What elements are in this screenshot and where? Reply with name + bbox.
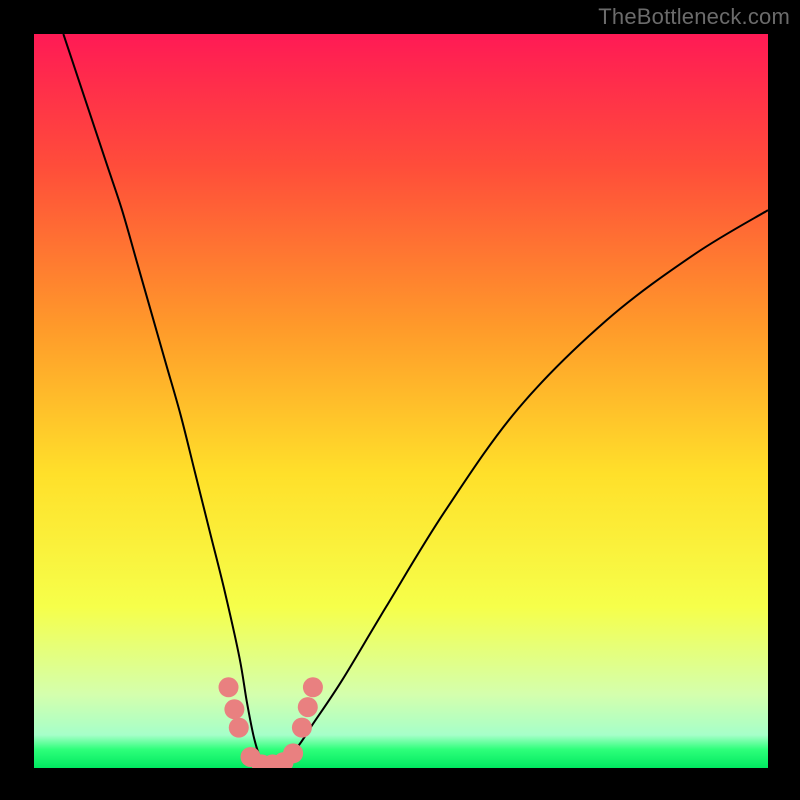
curve-marker	[303, 677, 323, 697]
curve-marker	[292, 718, 312, 738]
bottleneck-chart	[0, 0, 800, 800]
watermark-text: TheBottleneck.com	[598, 4, 790, 30]
curve-marker	[229, 718, 249, 738]
curve-marker	[224, 699, 244, 719]
curve-marker	[283, 743, 303, 763]
curve-marker	[219, 677, 239, 697]
curve-marker	[298, 697, 318, 717]
gradient-background	[34, 34, 768, 768]
chart-frame: TheBottleneck.com	[0, 0, 800, 800]
